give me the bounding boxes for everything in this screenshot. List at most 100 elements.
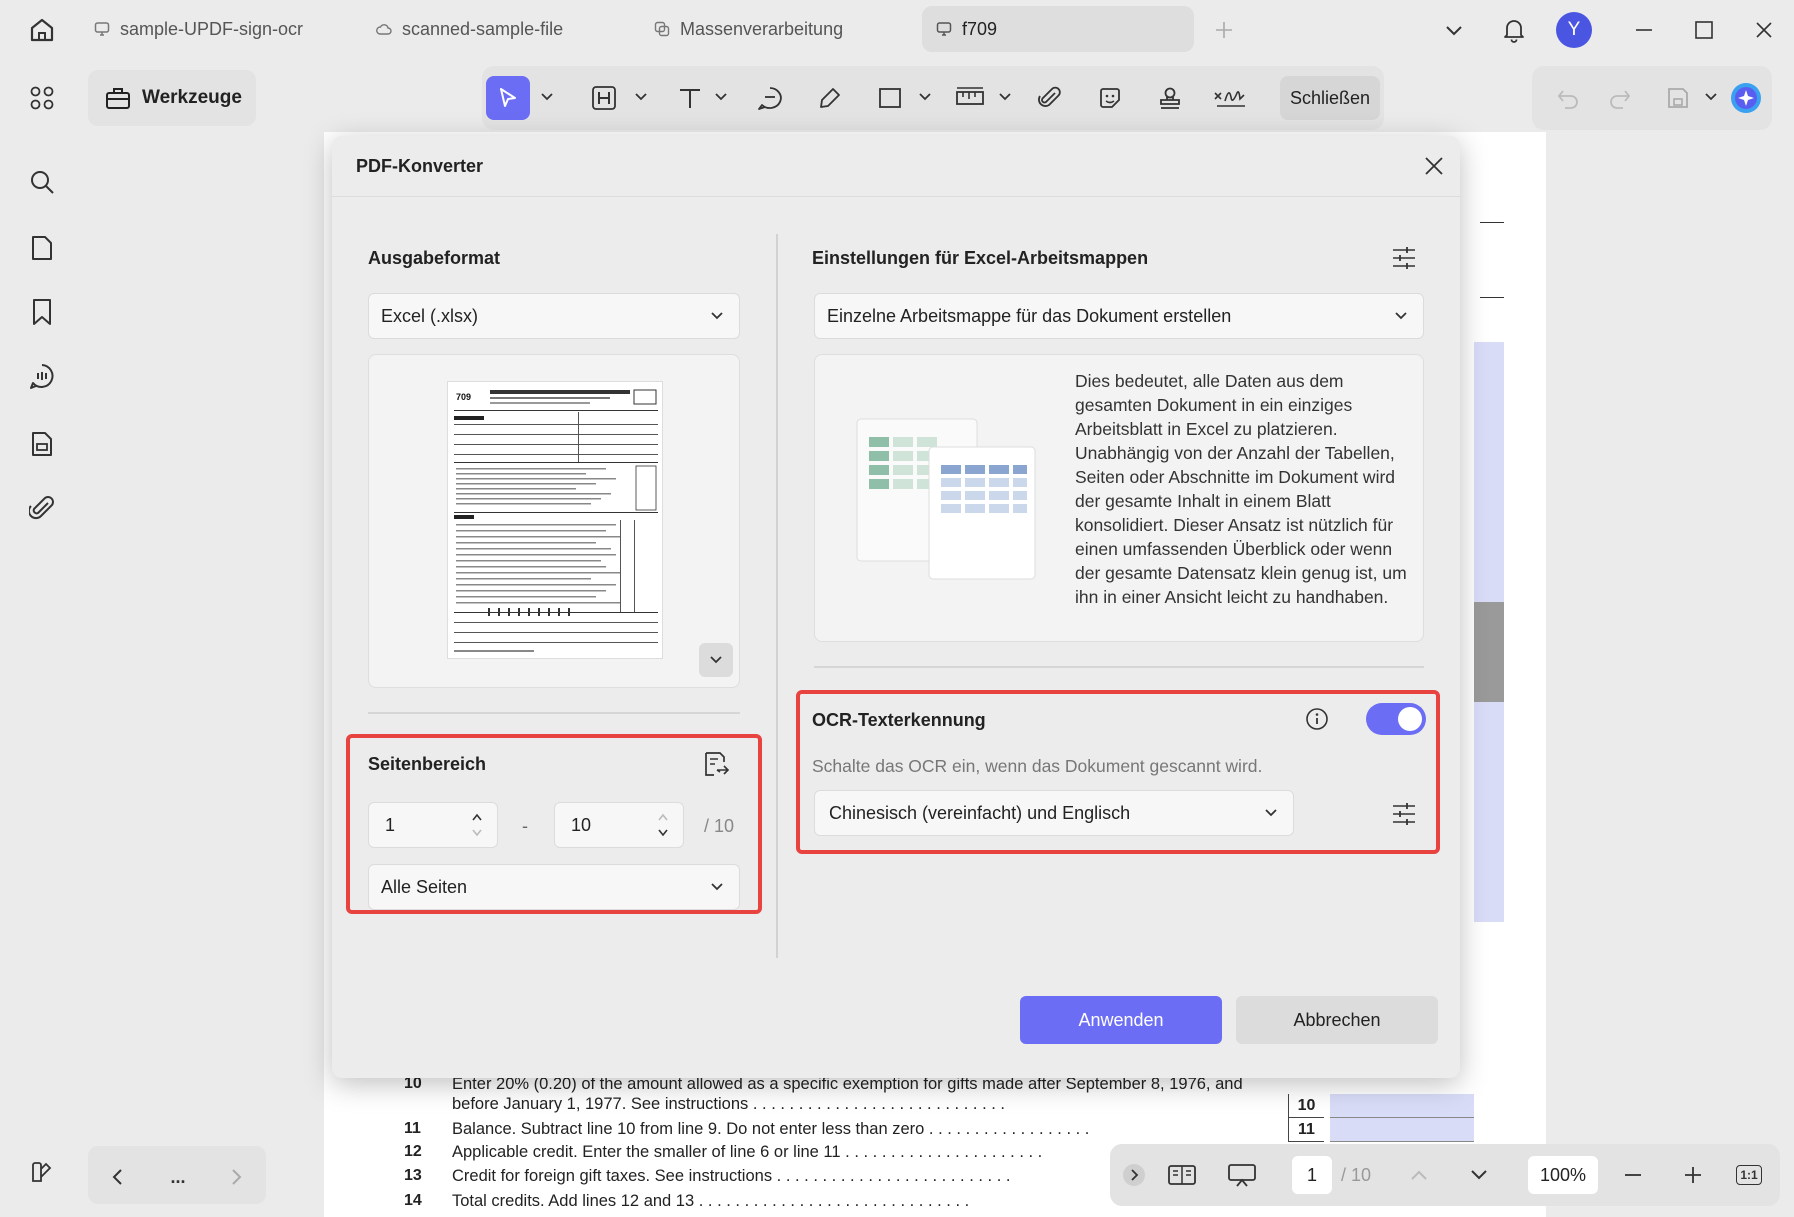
new-tab-plus-icon[interactable]	[1204, 10, 1244, 50]
zoom-level[interactable]: 100%	[1528, 1156, 1598, 1194]
comment-icon[interactable]	[22, 356, 62, 396]
excel-settings-label: Einstellungen für Excel-Arbeitsmappen	[812, 248, 1149, 268]
workbook-description-text: Dies bedeutet, alle Daten aus dem gesamt…	[1075, 371, 1407, 607]
sticker-icon[interactable]	[1088, 76, 1132, 120]
bell-icon[interactable]	[1494, 10, 1534, 50]
pen-icon[interactable]	[808, 76, 852, 120]
close-window-icon[interactable]	[1744, 10, 1784, 50]
excel-settings-sliders-icon[interactable]	[1386, 240, 1422, 276]
highlight-heading-icon[interactable]	[582, 76, 626, 120]
form-line-number: 13	[404, 1167, 422, 1184]
maximize-icon[interactable]	[1684, 10, 1724, 50]
workbook-option-select[interactable]: Einzelne Arbeitsmappe für das Dokument e…	[814, 293, 1424, 339]
chevron-down-icon[interactable]	[1704, 90, 1718, 104]
tab-label: sample-UPDF-sign-ocr	[120, 18, 304, 39]
tab-label: Massenverarbeitung	[680, 18, 844, 39]
apps-grid-icon[interactable]	[22, 78, 62, 118]
tab-f709[interactable]: f709	[922, 6, 1194, 52]
spreadsheet-illustration-icon	[855, 417, 1055, 592]
ai-assistant-icon[interactable]	[1724, 76, 1768, 120]
actual-size-button[interactable]: 1:1	[1732, 1156, 1766, 1194]
tools-button[interactable]: Werkzeuge	[88, 70, 256, 126]
chevron-down-icon[interactable]	[918, 90, 932, 104]
copy-icon	[654, 20, 672, 38]
divider	[814, 666, 1424, 668]
form-line-text: Balance. Subtract line 10 from line 9. D…	[452, 1120, 1090, 1138]
chevron-down-icon[interactable]	[998, 90, 1012, 104]
right-toolbar	[1532, 66, 1772, 130]
page-controls: 1 / 10 100% 1:1	[1110, 1144, 1780, 1206]
pages-icon[interactable]	[22, 228, 62, 268]
more-options[interactable]: ...	[158, 1158, 198, 1196]
attachment-icon[interactable]	[22, 488, 62, 528]
text-tool-icon[interactable]	[668, 76, 712, 120]
current-page-input[interactable]: 1	[1292, 1156, 1332, 1194]
tab-list-chevron-down-icon[interactable]	[1434, 10, 1474, 50]
zoom-out-icon[interactable]	[1618, 1156, 1648, 1194]
form-input-field[interactable]	[1330, 1118, 1474, 1142]
annotation-toolbar: Schließen	[482, 66, 1384, 130]
form-line-box: 11	[1288, 1118, 1324, 1142]
form-line-text: Applicable credit. Enter the smaller of …	[452, 1143, 1043, 1161]
form-line-text: Total credits. Add lines 12 and 13 . . .…	[452, 1192, 970, 1210]
home-icon[interactable]	[22, 12, 62, 48]
measure-ruler-icon[interactable]	[948, 76, 992, 120]
close-dialog-icon[interactable]	[1418, 150, 1450, 182]
save-icon[interactable]	[1656, 76, 1700, 120]
zoom-in-icon[interactable]	[1678, 1156, 1708, 1194]
cancel-button[interactable]: Abbrechen	[1236, 996, 1438, 1044]
chevron-down-icon[interactable]	[540, 90, 554, 104]
paperclip-icon[interactable]	[1028, 76, 1072, 120]
comment-bubble-icon[interactable]	[748, 76, 792, 120]
redo-icon[interactable]	[1598, 76, 1642, 120]
expand-panel-icon[interactable]	[1120, 1156, 1148, 1194]
signature-icon[interactable]	[1208, 76, 1252, 120]
tab-label: f709	[962, 18, 998, 39]
tab-scanned-sample-file[interactable]: scanned-sample-file	[362, 6, 634, 52]
output-format-select[interactable]: Excel (.xlsx)	[368, 293, 740, 339]
tab-bar: sample-UPDF-sign-ocr scanned-sample-file…	[0, 0, 1794, 60]
chevron-right-icon[interactable]	[222, 1158, 252, 1196]
divider	[776, 234, 778, 958]
reading-mode-icon[interactable]	[1162, 1156, 1202, 1194]
apply-button[interactable]: Anwenden	[1020, 996, 1222, 1044]
form-line-number: 12	[404, 1143, 422, 1160]
output-format-value: Excel (.xlsx)	[381, 305, 479, 326]
stamp-icon[interactable]	[1148, 76, 1192, 120]
chevron-down-icon	[1395, 312, 1407, 320]
divider	[332, 196, 1460, 197]
workbook-option-value: Einzelne Arbeitsmappe für das Dokument e…	[827, 305, 1232, 326]
bookmark-icon[interactable]	[22, 292, 62, 332]
form-line-text: Credit for foreign gift taxes. See instr…	[452, 1167, 1011, 1185]
dialog-title: PDF-Konverter	[356, 156, 484, 176]
chevron-down-icon[interactable]	[1464, 1156, 1494, 1194]
form-fields-icon[interactable]	[22, 424, 62, 464]
tab-sample-updf-sign-ocr[interactable]: sample-UPDF-sign-ocr	[80, 6, 356, 52]
chevron-left-icon[interactable]	[102, 1158, 132, 1196]
presentation-icon[interactable]	[1222, 1156, 1262, 1194]
form-line-number: 14	[404, 1192, 422, 1209]
svg-text:709: 709	[456, 392, 471, 402]
page-thumbnail: 709	[447, 381, 663, 659]
tab-massenverarbeitung[interactable]: Massenverarbeitung	[640, 6, 912, 52]
workbook-description-card: Dies bedeutet, alle Daten aus dem gesamt…	[814, 354, 1424, 642]
chevron-up-icon[interactable]	[1404, 1156, 1434, 1194]
search-icon[interactable]	[22, 162, 62, 202]
chevron-down-icon	[711, 312, 723, 320]
form-input-field[interactable]	[1330, 1094, 1474, 1118]
close-toolbar-button[interactable]: Schließen	[1280, 76, 1380, 120]
rectangle-shape-icon[interactable]	[868, 76, 912, 120]
chevron-down-icon[interactable]	[714, 90, 728, 104]
tab-label: scanned-sample-file	[402, 18, 564, 39]
page-total: / 10	[1340, 1164, 1372, 1185]
theme-palette-icon[interactable]	[22, 1152, 62, 1192]
undo-icon[interactable]	[1546, 76, 1590, 120]
minimize-icon[interactable]	[1624, 10, 1664, 50]
chevron-down-icon[interactable]	[634, 90, 648, 104]
expand-preview-chevron-down-icon[interactable]	[699, 643, 733, 677]
page-nav-left: ...	[88, 1146, 266, 1204]
monitor-icon	[936, 20, 954, 38]
highlight-page-range	[346, 734, 762, 914]
avatar[interactable]: Y	[1556, 12, 1592, 48]
select-cursor-icon[interactable]	[486, 76, 530, 120]
